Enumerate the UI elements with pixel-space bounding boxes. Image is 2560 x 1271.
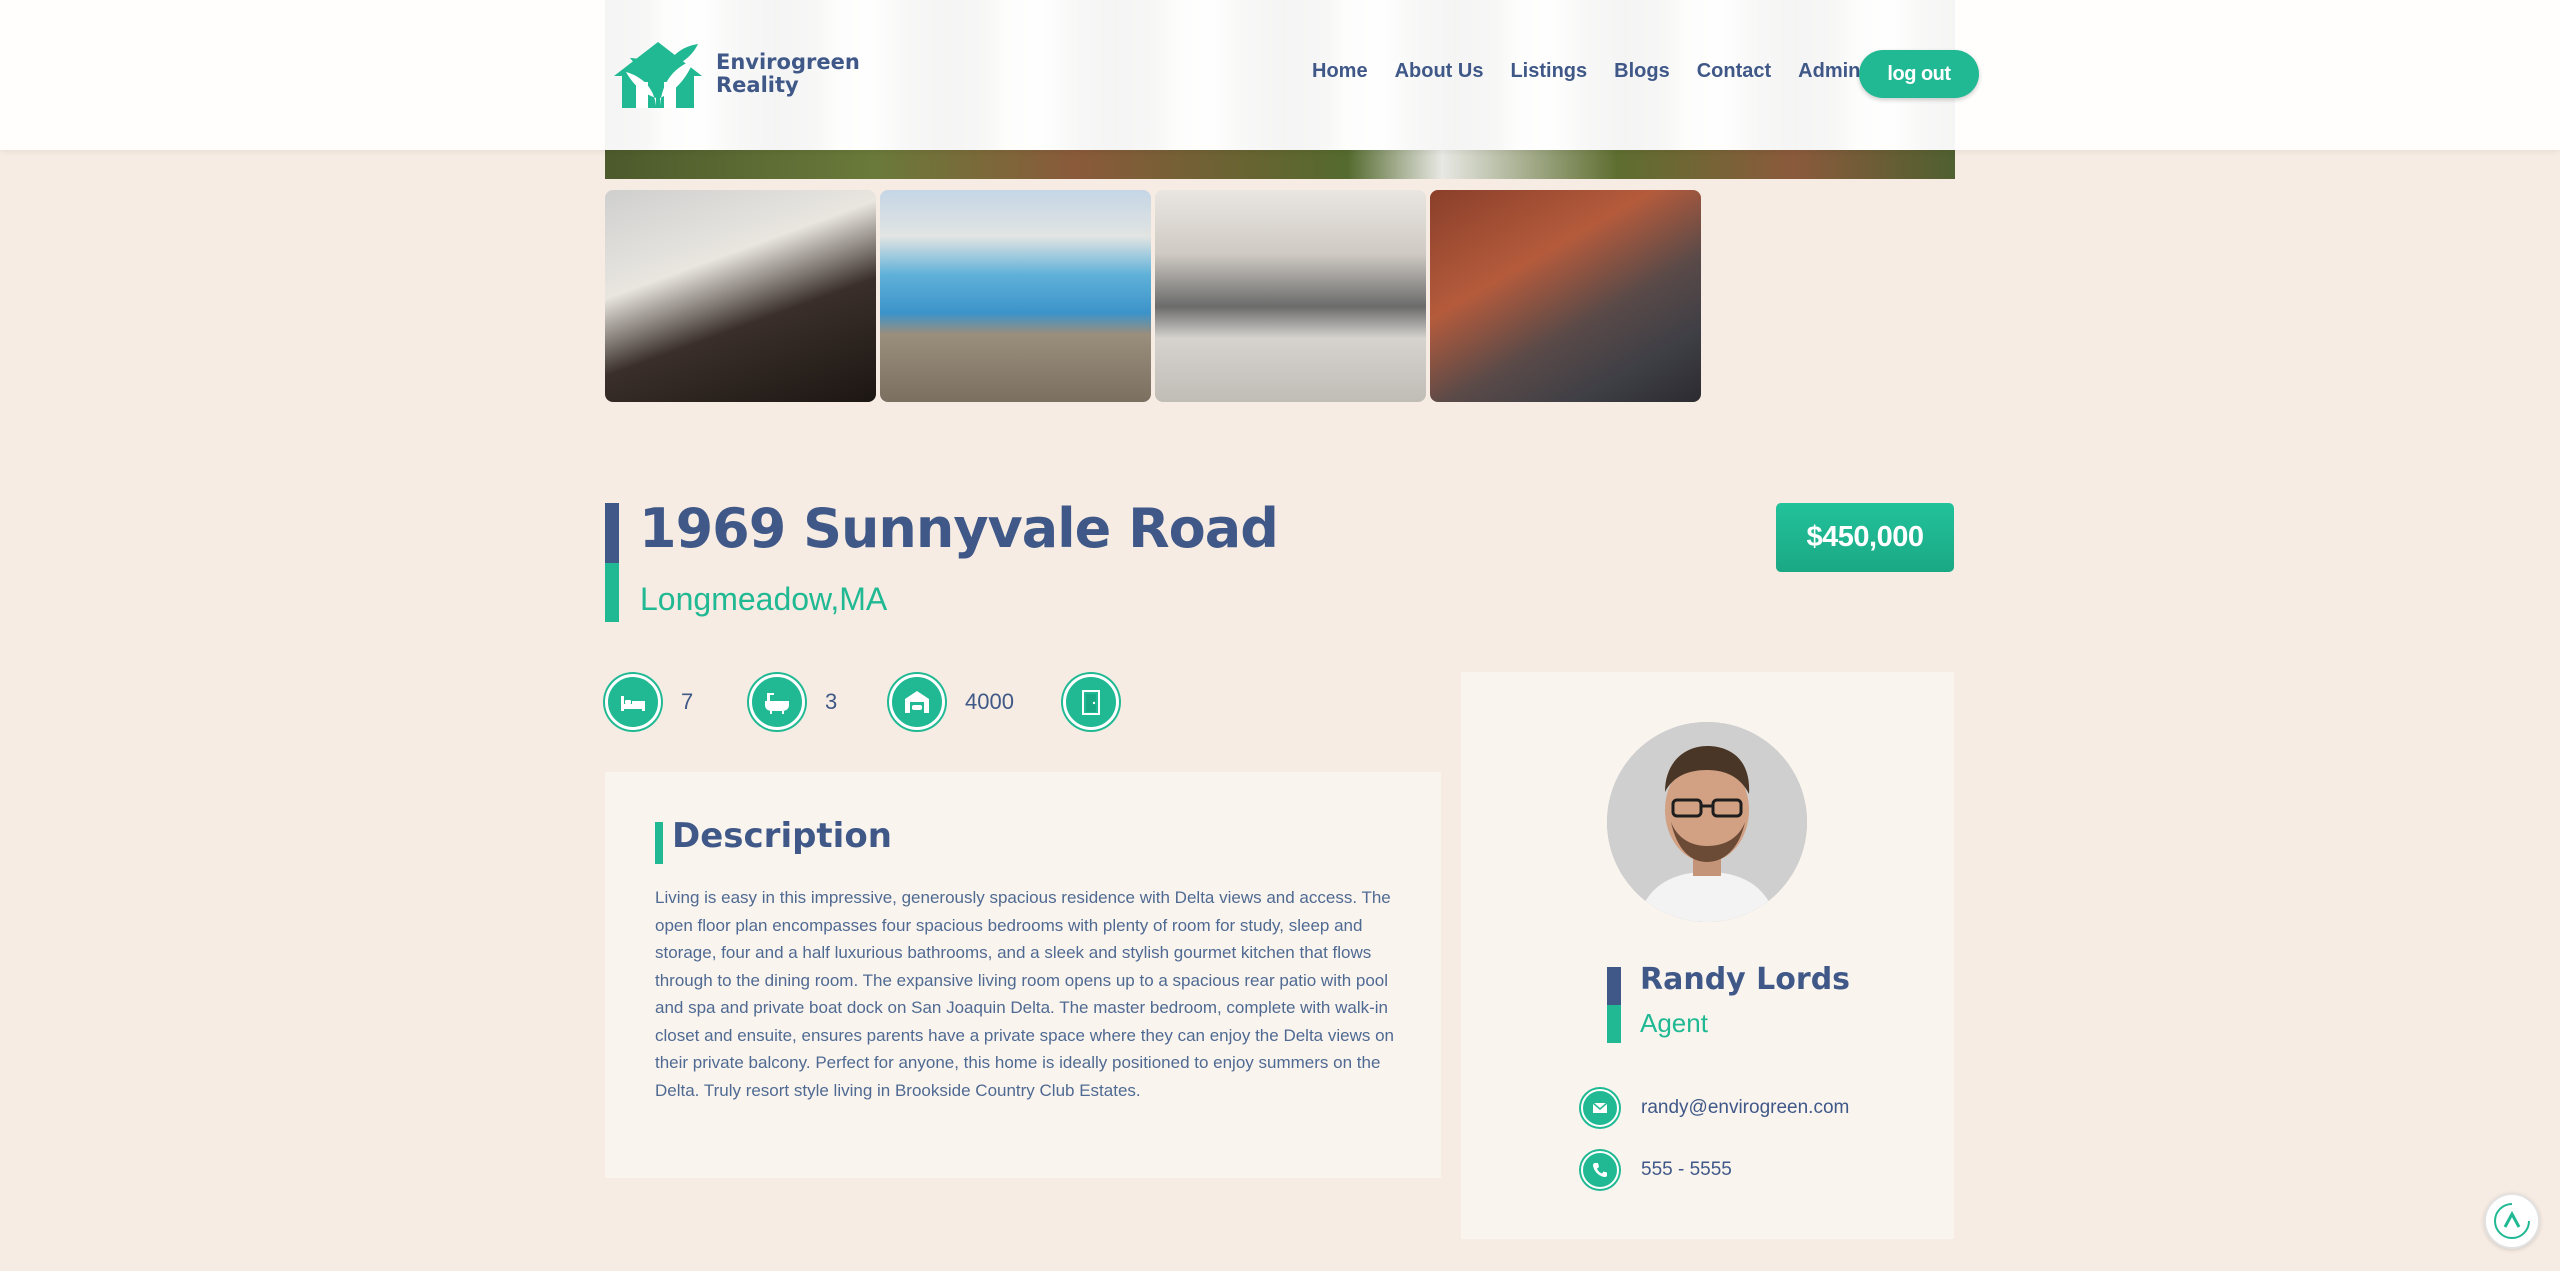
agent-card: Randy Lords Agent randy@envirogreen.com …: [1461, 672, 1954, 1239]
nav-admin[interactable]: Admin: [1798, 60, 1860, 83]
bed-icon: [605, 674, 661, 730]
description-heading: Description: [672, 816, 892, 856]
agent-phone[interactable]: 555 - 5555: [1641, 1159, 1732, 1181]
mail-icon: [1581, 1089, 1619, 1127]
logo-house-leaf-icon: [614, 42, 702, 108]
description-accent: [655, 822, 663, 864]
logo[interactable]: Envirogreen Reality: [610, 36, 860, 112]
nav-about-us[interactable]: About Us: [1395, 60, 1484, 83]
nav-home[interactable]: Home: [1312, 60, 1368, 83]
site-header: Envirogreen Reality Home About Us Listin…: [0, 0, 2560, 150]
agent-email[interactable]: randy@envirogreen.com: [1641, 1097, 1849, 1119]
logout-button[interactable]: log out: [1859, 50, 1979, 98]
logo-line2: Reality: [716, 73, 799, 97]
door-icon: [1063, 674, 1119, 730]
avatar: [1607, 722, 1807, 922]
nav-blogs[interactable]: Blogs: [1614, 60, 1670, 83]
agent-email-row: randy@envirogreen.com: [1581, 1089, 1849, 1127]
main-nav: Home About Us Listings Blogs Contact Adm…: [1312, 60, 1887, 83]
phone-icon: [1581, 1151, 1619, 1189]
feature-area: 4000: [889, 674, 1014, 730]
listing-city: Longmeadow,MA: [640, 581, 888, 617]
title-accent-green: [605, 563, 619, 622]
description-card: Description Living is easy in this impre…: [605, 772, 1441, 1178]
thumbnail-dining-room[interactable]: [605, 190, 876, 402]
logo-line1: Envirogreen: [716, 50, 860, 74]
listing-address: 1969 Sunnyvale Road: [639, 497, 1279, 560]
nav-listings[interactable]: Listings: [1510, 60, 1587, 83]
thumbnail-gallery: [605, 190, 1705, 402]
feature-bedrooms: 7: [605, 674, 693, 730]
garage-icon: [889, 674, 945, 730]
feature-door: [1063, 674, 1119, 730]
bathtub-icon: [749, 674, 805, 730]
nav-contact[interactable]: Contact: [1697, 60, 1771, 83]
chevron-up-icon: [2494, 1203, 2530, 1239]
thumbnail-pool[interactable]: [880, 190, 1151, 402]
feature-bathrooms: 3: [749, 674, 837, 730]
bedrooms-value: 7: [681, 689, 694, 714]
area-value: 4000: [965, 689, 1014, 714]
title-accent-navy: [605, 503, 619, 563]
description-text: Living is easy in this impressive, gener…: [655, 888, 1394, 1100]
hero-image-garden: [605, 150, 1955, 179]
agent-accent-green: [1607, 1005, 1621, 1043]
price-badge: $450,000: [1776, 503, 1954, 572]
thumbnail-living-room[interactable]: [1430, 190, 1701, 402]
agent-phone-row: 555 - 5555: [1581, 1151, 1732, 1189]
page: Envirogreen Reality Home About Us Listin…: [0, 0, 2560, 1271]
thumbnail-kitchen[interactable]: [1155, 190, 1426, 402]
scroll-to-top-button[interactable]: [2484, 1193, 2540, 1249]
bathrooms-value: 3: [825, 689, 838, 714]
logo-text: Envirogreen Reality: [716, 51, 860, 97]
agent-role: Agent: [1640, 1008, 1708, 1038]
agent-name: Randy Lords: [1640, 962, 1851, 997]
agent-accent-navy: [1607, 967, 1621, 1005]
